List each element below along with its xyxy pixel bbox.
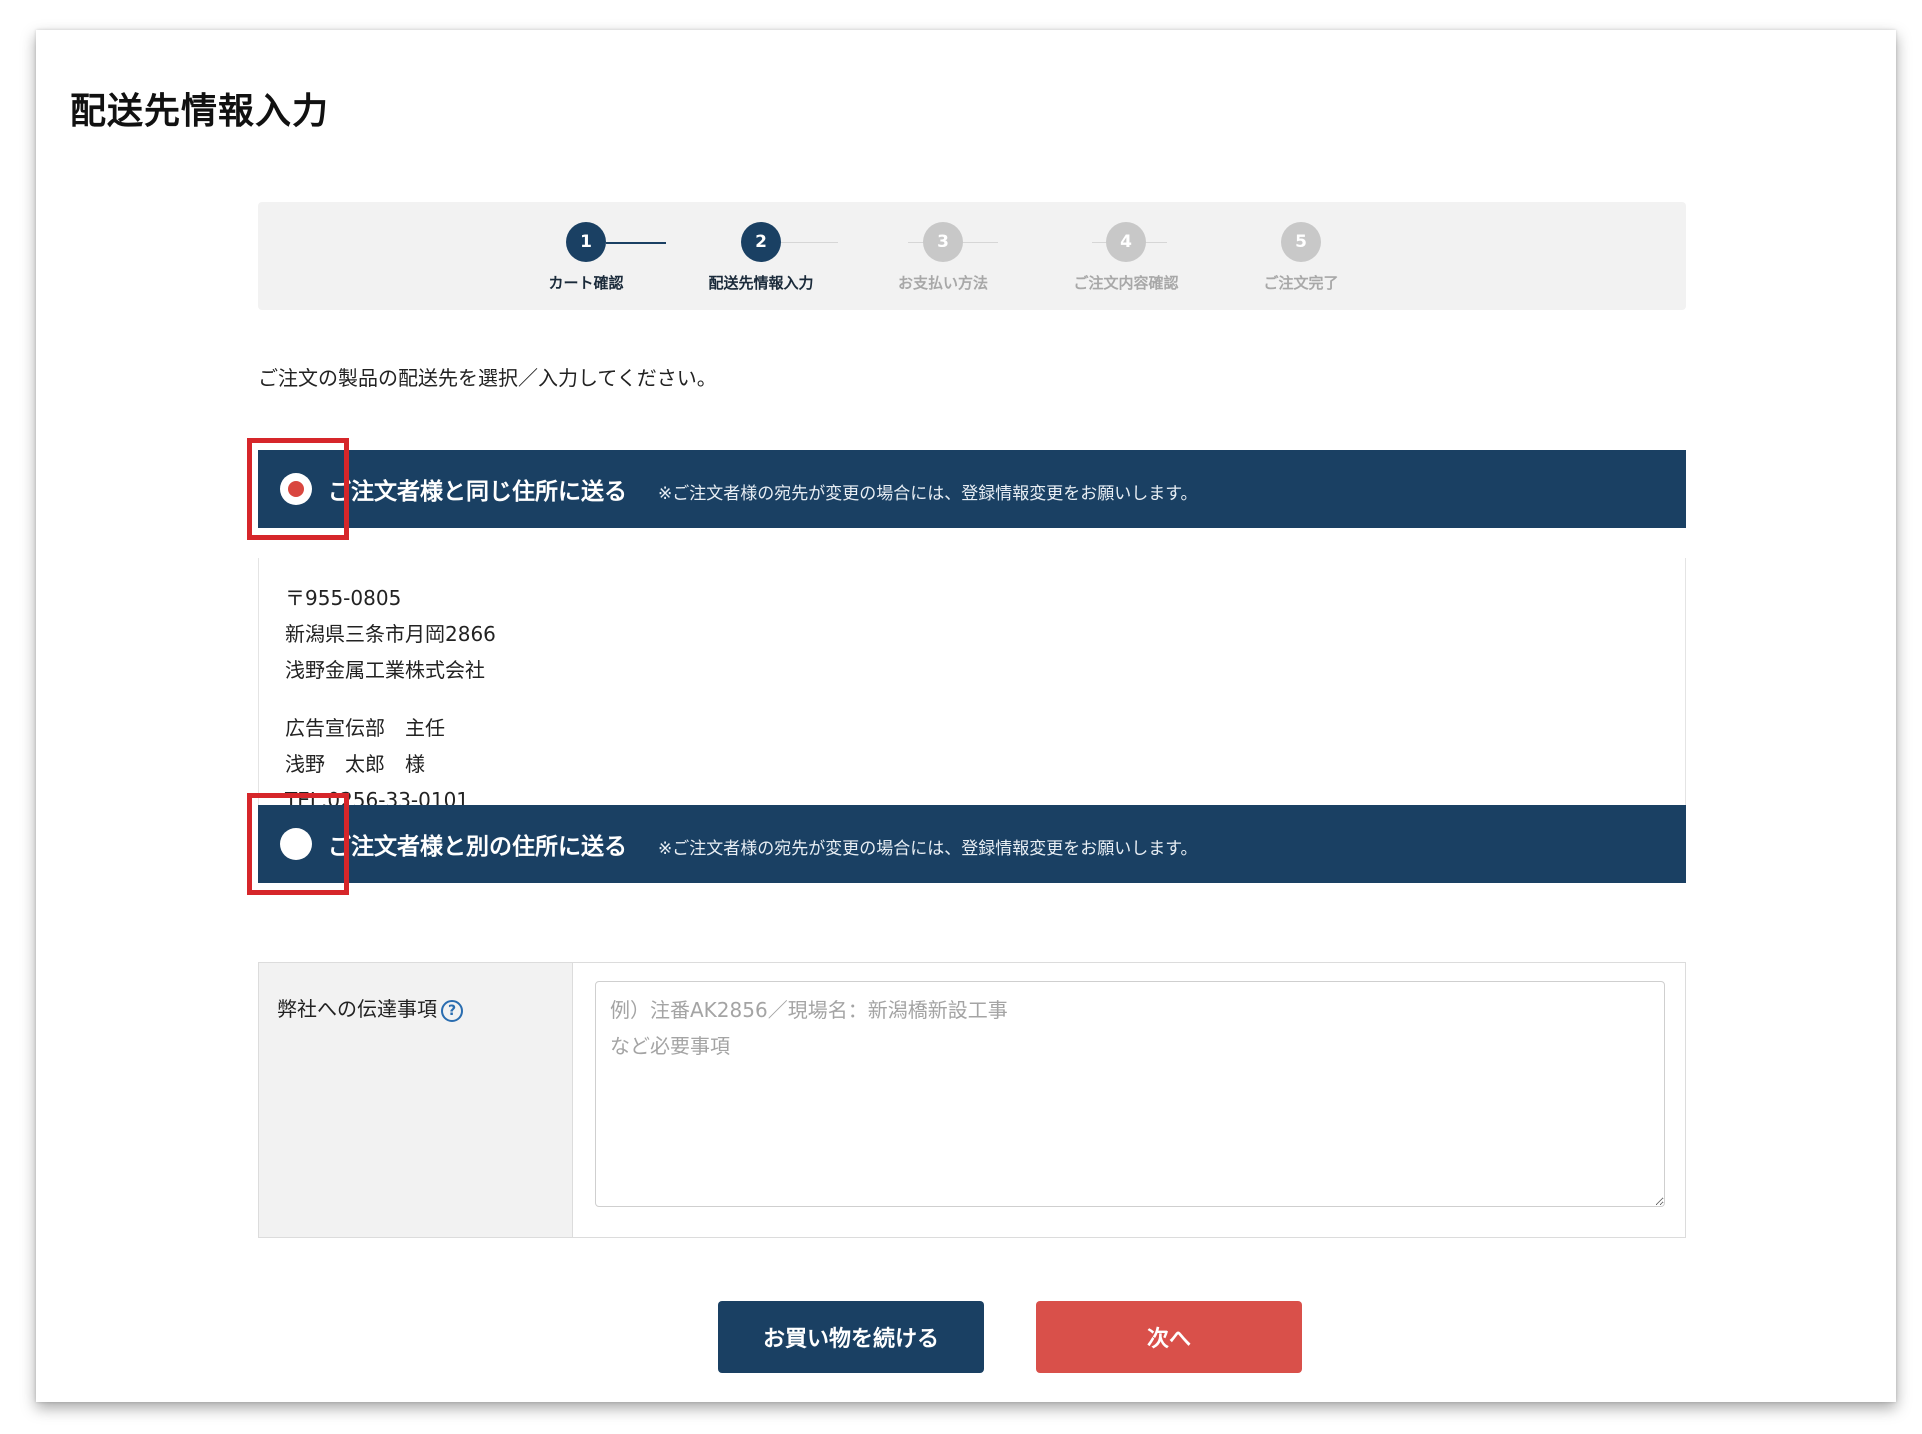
step-number-circle: 2 [741, 222, 781, 262]
step-confirm: 4 ご注文内容確認 [1026, 222, 1226, 293]
option-other-address[interactable]: ご注文者様と別の住所に送る ※ご注文者様の宛先が変更の場合には、登録情報変更をお… [258, 805, 1686, 883]
step-label: お支払い方法 [897, 274, 988, 292]
step-number-circle: 1 [566, 222, 606, 262]
other-address-note: ※ご注文者様の宛先が変更の場合には、登録情報変更をお願いします。 [658, 839, 1198, 859]
instruction-text: ご注文の製品の配送先を選択／入力してください。 [258, 366, 717, 390]
step-payment: 3 お支払い方法 [843, 222, 1043, 293]
other-address-label: ご注文者様と別の住所に送る [328, 834, 627, 860]
radio-highlight-box [247, 438, 349, 540]
page-title: 配送先情報入力 [70, 91, 330, 132]
question-circle-icon[interactable]: ? [441, 999, 463, 1022]
same-address-note: ※ご注文者様の宛先が変更の場合には、登録情報変更をお願いします。 [658, 484, 1198, 504]
message-textarea[interactable] [595, 981, 1665, 1207]
step-label: ご注文内容確認 [1073, 274, 1179, 292]
radio-highlight-box [247, 793, 349, 895]
department-title: 広告宣伝部 主任 [285, 716, 445, 740]
step-label: カート確認 [548, 274, 624, 292]
continue-shopping-button[interactable]: お買い物を続ける [718, 1301, 984, 1373]
postal-code: 〒955-0805 [285, 586, 402, 610]
step-label: 配送先情報入力 [708, 274, 814, 292]
step-number-circle: 3 [923, 222, 963, 262]
message-label-cell: 弊社への伝達事項? [259, 963, 573, 1237]
step-shipping: 2 配送先情報入力 [661, 222, 861, 293]
next-button[interactable]: 次へ [1036, 1301, 1302, 1373]
message-label: 弊社への伝達事項 [277, 997, 437, 1021]
same-address-label: ご注文者様と同じ住所に送る [328, 479, 627, 505]
message-label-wrapper: 弊社への伝達事項? [277, 993, 463, 1022]
address-line: 新潟県三条市月岡2866 [285, 622, 496, 646]
option-same-address[interactable]: ご注文者様と同じ住所に送る ※ご注文者様の宛先が変更の場合には、登録情報変更をお… [258, 450, 1686, 528]
company-name: 浅野金属工業株式会社 [285, 658, 485, 682]
checkout-card: 配送先情報入力 1 カート確認 2 配送先情報入力 3 お支払い方法 4 ご注文… [36, 30, 1896, 1402]
step-cart: 1 カート確認 [486, 222, 686, 293]
step-complete: 5 ご注文完了 [1201, 222, 1401, 293]
checkout-stepper: 1 カート確認 2 配送先情報入力 3 お支払い方法 4 ご注文内容確認 5 ご… [258, 202, 1686, 310]
message-section: 弊社への伝達事項? [258, 962, 1686, 1238]
orderer-address: 〒955-0805 新潟県三条市月岡2866 浅野金属工業株式会社 広告宣伝部 … [258, 558, 1686, 834]
step-number-circle: 4 [1106, 222, 1146, 262]
step-number-circle: 5 [1281, 222, 1321, 262]
recipient-name: 浅野 太郎 様 [285, 752, 425, 776]
step-label: ご注文完了 [1263, 274, 1339, 292]
